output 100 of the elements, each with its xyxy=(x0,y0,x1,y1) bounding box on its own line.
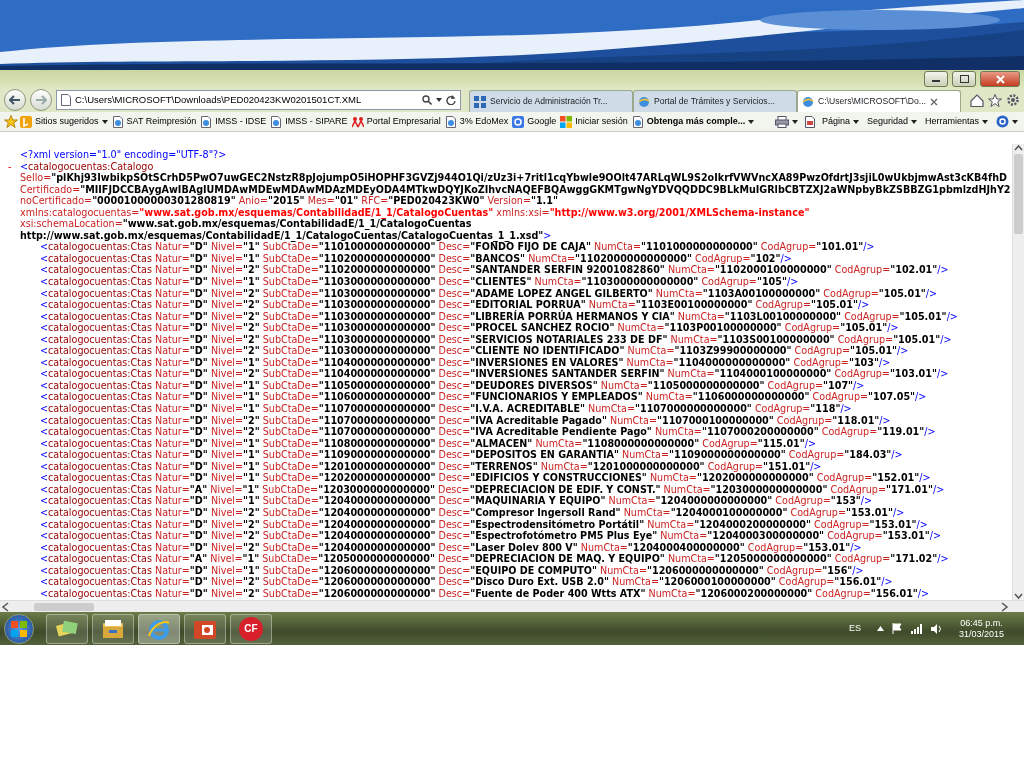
xml-element-line: <catalogocuentas:Ctas Natur="D" Nivel="1" SubCtaDe="1206000000000000" Desc="EQUIPO DE COMPUTO" NumCta="1206000000000000" CodAgrup="156"/> xyxy=(40,564,864,577)
language-indicator[interactable]: ES xyxy=(848,621,861,636)
caret-icon xyxy=(852,119,859,124)
dropdown-caret-icon[interactable] xyxy=(436,98,442,102)
caret-icon xyxy=(748,119,755,124)
favorites-link[interactable]: SAT Reimpresión xyxy=(109,114,199,129)
taskbar-app-button[interactable] xyxy=(46,613,88,644)
menu-command[interactable]: Seguridad xyxy=(864,114,919,129)
settings-icon[interactable] xyxy=(1006,93,1020,107)
show-hidden-icons-icon[interactable] xyxy=(876,626,884,631)
close-button[interactable] xyxy=(980,71,1020,87)
xml-element-line: <catalogocuentas:Ctas Natur="A" Nivel="1" SubCtaDe="1205000000000000" Desc="DEPRECIACION DE MAQ. Y EQUIPO" NumCta="1205000000000000" CodAgrup="171.02"/> xyxy=(40,553,949,565)
search-icon[interactable] xyxy=(422,95,432,105)
horizontal-scrollbar[interactable] xyxy=(0,600,1024,612)
xml-tag: <catalogocuentas:Catalogo xyxy=(20,160,154,173)
xml-element-line: <catalogocuentas:Ctas Natur="D" Nivel="1" SubCtaDe="1204000000000000" Desc="MAQUINARIA Y EQUIPO" NumCta="1204000000000000" CodAgrup="153"/> xyxy=(40,495,873,507)
xml-attribute-line: xsi:schemaLocation="www.sat.gob.mx/esquemas/ContabilidadE/1_1/CatalogoCuentas xyxy=(20,218,472,230)
home-icon[interactable] xyxy=(970,93,984,107)
xml-attribute-line: xmlns:catalogocuentas="www.sat.gob.mx/esquemas/ContabilidadE/1_1/CatalogoCuentas" xmlns:xsi="http://www.w3.org/2001/XMLSchema-instance" xyxy=(20,206,810,219)
minimize-button[interactable] xyxy=(924,71,948,87)
favorites-link[interactable]: Google xyxy=(510,114,559,129)
flag-icon[interactable] xyxy=(891,623,903,634)
scroll-thumb[interactable] xyxy=(1014,154,1023,234)
logo-icon xyxy=(20,115,32,128)
web-page-icon xyxy=(200,115,213,128)
xml-element-line: <catalogocuentas:Ctas Natur="D" Nivel="2" SubCtaDe="1103000000000000" Desc="LIBRERÍA PORRÚA HERMANOS Y CIA" NumCta="1103L00100000000" CodAgrup="105.01"/> xyxy=(40,310,958,323)
taskbar-app-button[interactable]: CF xyxy=(230,613,272,644)
collapse-toggle[interactable]: - xyxy=(8,160,12,173)
scroll-down-icon xyxy=(1013,592,1024,600)
maximize-icon xyxy=(959,75,969,83)
favorites-link[interactable]: IMSS - IDSE xyxy=(198,114,269,129)
xml-attribute-line: Sello="plKhj93IwbikpSOtSCrhD5PwO7uwGEC2NstzR8pJojumpO5iHOPHF3GVZj944O1Qi/zUz3i+7ritl1cqYbwle9OOlt47ARLqWL9S2oIkrfVWVncXA89PwzOfdrtJ3sjiL0wUkbjmwAst3cKB4fhD xyxy=(20,172,1007,184)
xml-element-line: <catalogocuentas:Ctas Natur="D" Nivel="1" SubCtaDe="1202000000000000" Desc="EDIFICIOS Y CONSTRUCCIONES" NumCta="1202000000000000" CodAgrup="152.01"/> xyxy=(40,472,931,484)
xml-element-line: <catalogocuentas:Ctas Natur="D" Nivel="2" SubCtaDe="1107000000000000" Desc="IVA Acreditable Pendiente Pago" NumCta="1107000200000000" CodAgrup="119.01"/> xyxy=(40,426,936,438)
favorites-link[interactable]: Portal Empresarial xyxy=(349,114,443,129)
menu-command[interactable]: Herramientas xyxy=(922,114,990,129)
menu-command[interactable]: Página xyxy=(819,114,861,129)
maximize-button[interactable] xyxy=(952,71,976,87)
xml-attribute-line: http://www.sat.gob.mx/esquemas/ContabilidadE/1_1/CatalogoCuentas/CatalogoCuentas_1_1.xsd"> xyxy=(20,229,552,242)
printer-icon xyxy=(774,115,789,128)
web-page-icon xyxy=(802,95,814,108)
xml-element-line: <catalogocuentas:Ctas Natur="D" Nivel="2" SubCtaDe="1103000000000000" Desc="CLIENTE NO IDENTIFICADO" NumCta="1103Z99900000000" CodAgrup="105.01"/> xyxy=(40,345,909,357)
favorites-link[interactable]: Sitios sugeridos xyxy=(18,114,110,129)
xml-element-line: <catalogocuentas:Ctas Natur="D" Nivel="1" SubCtaDe="1107000000000000" Desc="I.V.A. ACREDITABLE" NumCta="1107000000000000" CodAgrup="118"/> xyxy=(40,403,852,415)
web-page-icon xyxy=(631,115,644,128)
taskbar-app-button[interactable] xyxy=(138,613,180,644)
close-icon xyxy=(995,74,1005,84)
caret-icon xyxy=(1012,119,1018,124)
help-button[interactable] xyxy=(994,115,1020,128)
xml-element-line: <catalogocuentas:Ctas Natur="D" Nivel="2" SubCtaDe="1204000000000000" Desc="Laser Dolev 800 V" NumCta="1204000400000000" CodAgrup="153.01"/> xyxy=(40,541,862,554)
favorites-link[interactable]: Obtenga más comple... xyxy=(629,114,757,129)
web-page-icon xyxy=(444,115,457,128)
address-field[interactable]: C:\Users\MICROSOFT\Downloads\PED020423KW0201501CT.XML xyxy=(75,92,418,108)
favorites-link[interactable]: 3% EdoMex xyxy=(442,114,511,129)
scroll-up-icon xyxy=(1013,144,1024,152)
forward-arrow-icon xyxy=(35,95,47,105)
favorites-link[interactable]: Iniciar sesión xyxy=(558,114,630,129)
xml-declaration: <?xml version="1.0" encoding="UTF-8"?> xyxy=(20,149,227,161)
close-tab-icon[interactable] xyxy=(929,97,938,106)
folder-icon xyxy=(101,617,125,640)
scroll-thumb[interactable] xyxy=(34,602,94,611)
xml-element-line: <catalogocuentas:Ctas Natur="D" Nivel="1" SubCtaDe="1106000000000000" Desc="FUNCIONARIOS Y EMPLEADOS" NumCta="1106000000000000" CodAgrup="107.05"/> xyxy=(40,391,927,404)
browser-tab[interactable]: Portal de Trámites y Servicios... xyxy=(633,90,797,112)
xml-element-line: <catalogocuentas:Ctas Natur="D" Nivel="2" SubCtaDe="1206000000000000" Desc="Disco Duro Ext. USB 2.0" NumCta="1206000100000000" CodAgrup="156.01"/> xyxy=(40,576,893,588)
xml-element-line: <catalogocuentas:Ctas Natur="D" Nivel="1" SubCtaDe="1105000000000000" Desc="DEUDORES DIVERSOS" NumCta="1105000000000000" CodAgrup="107"/> xyxy=(40,379,865,392)
page-icon xyxy=(61,94,71,106)
favorites-star-icon[interactable] xyxy=(4,115,18,128)
address-bar[interactable]: C:\Users\MICROSOFT\Downloads\PED020423KW0201501CT.XML xyxy=(56,90,461,110)
web-page-icon xyxy=(270,115,283,128)
signal-icon[interactable] xyxy=(910,623,923,634)
back-button[interactable] xyxy=(4,89,26,111)
xml-element-line: <catalogocuentas:Ctas Natur="D" Nivel="1" SubCtaDe="1101000000000000" Desc="FONDO FIJO DE CAJA" NumCta="1101000000000000" CodAgrup="101.01"/> xyxy=(40,241,875,253)
start-button[interactable] xyxy=(4,613,34,644)
xml-attribute-line: Certificado="MIIFJDCCBAygAwIBAgIUMDAwMDEwMDAwMDAzMDEyODA4MTkwDQYJKoZIhvcNAQEFBQAwggGKMTgwNgYDVQQDDC9BLkMuIGRlbCBTZXJ2aWNpbyBkZSBBZG1pbmlzdHJhY2 xyxy=(20,183,1011,196)
xml-attribute-line: noCertificado="00001000000301280819" Anio="2015" Mes="01" RFC="PED020423KW0" Version="1.1" xyxy=(20,195,558,207)
xml-element-line: <catalogocuentas:Ctas Natur="D" Nivel="2" SubCtaDe="1204000000000000" Desc="Compresor Ingersoll Rand" NumCta="1204000100000000" CodAgrup="153.01"/> xyxy=(40,506,905,519)
xml-element-line: <catalogocuentas:Ctas Natur="D" Nivel="2" SubCtaDe="1104000000000000" Desc="INVERSIONES SANTANDER SERFIN" NumCta="1104000100000000" CodAgrup="103.01"/> xyxy=(40,368,949,380)
vertical-scrollbar[interactable] xyxy=(1012,144,1024,600)
xml-element-line: <catalogocuentas:Ctas Natur="D" Nivel="1" SubCtaDe="1201000000000000" Desc="TERRENOS" NumCta="1201000000000000" CodAgrup="151.01"/> xyxy=(40,460,822,473)
people-icon xyxy=(351,115,364,128)
browser-tab[interactable]: C:\Users\MICROSOFT\Do... xyxy=(797,90,961,112)
xml-element-line: <catalogocuentas:Ctas Natur="D" Nivel="1" SubCtaDe="1108000000000000" Desc="ALMACEN" NumCta="1108000000000000" CodAgrup="115.01"/> xyxy=(40,437,817,450)
browser-tab[interactable]: Servicio de Administración Tr... xyxy=(469,90,633,112)
four-squares-icon xyxy=(560,115,573,128)
favorites-link[interactable]: IMSS - SIPARE xyxy=(268,114,350,129)
clock-time: 06:45 p.m. xyxy=(959,617,1004,629)
taskbar-app-button[interactable] xyxy=(92,613,134,644)
back-arrow-icon xyxy=(9,95,21,105)
refresh-icon[interactable] xyxy=(446,95,456,105)
print-button[interactable] xyxy=(772,115,800,128)
xml-element-line: <catalogocuentas:Ctas Natur="D" Nivel="2" SubCtaDe="1103000000000000" Desc="ADAME LOPEZ ANGEL GILBERTO" NumCta="1103A00100000000" CodAgrup="105.01"/> xyxy=(40,287,938,300)
star-icon[interactable] xyxy=(988,93,1002,107)
speaker-icon[interactable] xyxy=(930,623,943,634)
taskbar-app-button[interactable] xyxy=(184,613,226,644)
page-icon[interactable] xyxy=(803,115,816,128)
xml-element-line: <catalogocuentas:Ctas Natur="D" Nivel="1" SubCtaDe="1102000000000000" Desc="BANCOS" NumCta="1102000000000000" CodAgrup="102"/> xyxy=(40,252,792,265)
caret-icon xyxy=(982,119,988,124)
web-page-icon xyxy=(111,115,124,128)
caret-icon xyxy=(791,119,798,124)
xml-element-line: <catalogocuentas:Ctas Natur="D" Nivel="1" SubCtaDe="1103000000000000" Desc="CLIENTES" NumCta="1103000000000000" CodAgrup="105"/> xyxy=(40,276,799,288)
